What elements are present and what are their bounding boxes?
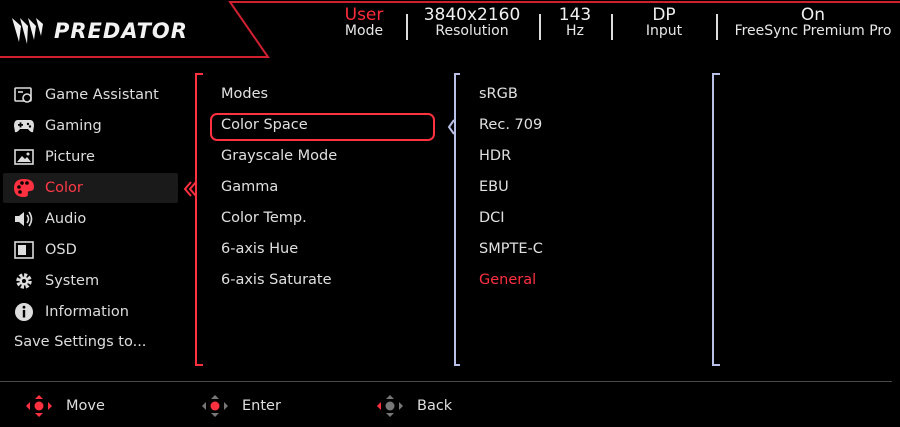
option-srgb[interactable]: sRGB [479,86,518,102]
hint-enter-label: Enter [242,398,281,414]
dpad-enter-icon [202,395,228,417]
footer-divider [0,381,892,382]
hint-back-label: Back [417,398,453,414]
status-refresh: 143 Hz [552,5,598,40]
status-separator [611,14,613,40]
status-resolution-value: 3840x2160 [423,5,521,25]
menu-item-color[interactable]: Color [3,173,178,203]
predator-claw-icon [12,18,43,44]
gamepad-icon [13,116,35,136]
menu-item-label: System [45,273,100,289]
menu-item-label: Audio [45,211,87,227]
hint-back: Back [377,395,452,417]
menu-item-label: Gaming [45,118,102,134]
hint-move-label: Move [66,398,105,414]
osd-icon [13,240,35,260]
detail-bracket [712,73,720,366]
menu-item-label: Information [45,304,129,320]
menu-item-game-assistant[interactable]: Game Assistant [3,80,178,110]
menu-item-label: Game Assistant [45,87,159,103]
submenu-item-6-axis-saturate[interactable]: 6-axis Saturate [221,272,332,288]
option-rec-709[interactable]: Rec. 709 [479,117,542,133]
menu-item-gaming[interactable]: Gaming [3,111,178,141]
status-freesync-value: On [800,5,826,25]
status-separator [716,14,718,40]
option-general[interactable]: General [479,272,536,288]
speaker-icon [13,209,35,229]
option-ebu[interactable]: EBU [479,179,509,195]
hint-move: Move [26,395,105,417]
menu-item-label: OSD [45,242,77,258]
game-assistant-icon [13,85,35,105]
submenu-item-modes[interactable]: Modes [221,86,268,102]
menu-item-system[interactable]: System [3,266,178,296]
save-settings-button[interactable]: Save Settings to... [14,334,146,350]
submenu-item-color-temp[interactable]: Color Temp. [221,210,307,226]
status-freesync: On FreeSync Premium Pro [728,5,898,40]
brand-name: PREDATOR [54,19,188,43]
status-separator [539,14,541,40]
status-resolution-label: Resolution [435,23,509,39]
status-freesync-label: FreeSync Premium Pro [734,23,892,39]
gear-icon [13,271,35,291]
dpad-back-icon [377,395,403,417]
status-header: PREDATOR User Mode 3840x2160 Resolution … [0,0,900,62]
status-input-value: DP [652,5,676,25]
options-bracket [447,73,460,366]
dpad-move-icon [26,395,52,417]
status-mode: User Mode [340,5,388,40]
option-hdr[interactable]: HDR [479,148,511,164]
submenu-item-gamma[interactable]: Gamma [221,179,278,195]
option-smpte-c[interactable]: SMPTE-C [479,241,543,257]
status-refresh-value: 143 [558,5,592,25]
menu-item-label: Color [45,180,83,196]
status-mode-value: User [344,5,384,25]
status-input-label: Input [645,23,683,39]
status-separator [406,14,408,40]
option-dci[interactable]: DCI [479,210,505,226]
brand-logo: PREDATOR [10,16,188,46]
status-mode-label: Mode [344,23,384,39]
palette-icon [13,178,35,198]
menu-item-information[interactable]: Information [3,297,178,327]
submenu-item-color-space[interactable]: Color Space [221,117,308,133]
picture-icon [13,147,35,167]
status-resolution: 3840x2160 Resolution [417,5,527,40]
submenu-item-6-axis-hue[interactable]: 6-axis Hue [221,241,298,257]
menu-item-label: Picture [45,149,95,165]
menu-item-picture[interactable]: Picture [3,142,178,172]
hint-enter: Enter [202,395,281,417]
status-input: DP Input [636,5,692,40]
submenu-bracket [195,73,203,366]
menu-item-audio[interactable]: Audio [3,204,178,234]
menu-item-osd[interactable]: OSD [3,235,178,265]
status-refresh-label: Hz [566,23,584,39]
submenu-item-grayscale-mode[interactable]: Grayscale Mode [221,148,337,164]
info-icon [13,302,35,322]
